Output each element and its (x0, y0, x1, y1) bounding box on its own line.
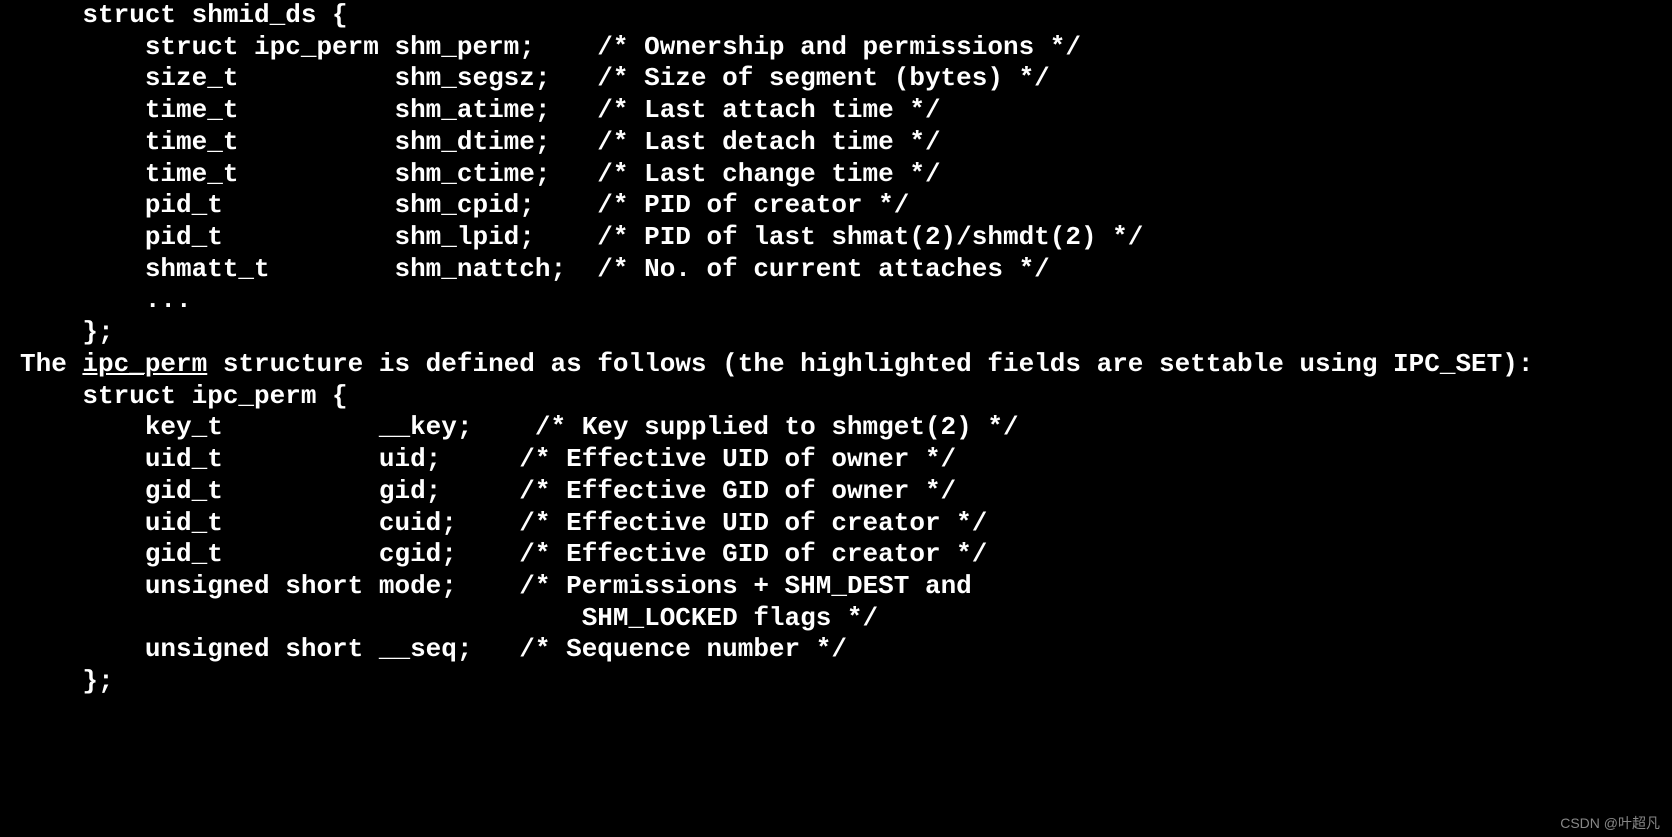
struct-line-post2: + SHM_DEST and (738, 571, 972, 601)
struct-line: key_t __key; /* Key supplied to shmget(2… (20, 412, 1019, 442)
uid-field: uid (379, 444, 426, 474)
desc-middle: structure is defined as follows (the hig… (207, 349, 1393, 379)
struct-line: pid_t shm_cpid; /* PID of creator */ (20, 190, 909, 220)
struct-line: time_t shm_atime; /* Last attach time */ (20, 95, 941, 125)
struct-line-pre: unsigned short (20, 571, 379, 601)
struct-ipc-perm: struct ipc_perm { key_t __key; /* Key su… (20, 381, 1672, 698)
ipc-set-constant: IPC_SET (1393, 349, 1502, 379)
permissions-text: Permissions (566, 571, 738, 601)
manpage-content: struct shmid_ds { struct ipc_perm shm_pe… (0, 0, 1672, 698)
struct-line: pid_t shm_lpid; /* PID of last shmat(2)/… (20, 222, 1143, 252)
struct-line: ... (20, 285, 192, 315)
description-text: The ipc_perm structure is defined as fol… (20, 349, 1672, 381)
desc-suffix: ): (1502, 349, 1533, 379)
struct-footer: }; (20, 666, 114, 696)
struct-header: struct shmid_ds { (20, 0, 348, 30)
struct-line: gid_t cgid; /* Effective GID of creator … (20, 539, 987, 569)
struct-line: SHM_LOCKED flags */ (20, 603, 878, 633)
struct-line: size_t shm_segsz; /* Size of segment (by… (20, 63, 1050, 93)
struct-line-pre: uid_t (20, 444, 379, 474)
struct-line: unsigned short __seq; /* Sequence number… (20, 634, 847, 664)
ipc-perm-link: ipc_perm (82, 349, 207, 379)
struct-line: uid_t cuid; /* Effective UID of creator … (20, 508, 987, 538)
struct-line: struct ipc_perm shm_perm; /* Ownership a… (20, 32, 1081, 62)
desc-prefix: The (20, 349, 82, 379)
gid-field: gid (379, 476, 426, 506)
struct-shmid-ds: struct shmid_ds { struct ipc_perm shm_pe… (20, 0, 1672, 349)
struct-line: time_t shm_dtime; /* Last detach time */ (20, 127, 941, 157)
mode-field: mode (379, 571, 441, 601)
struct-line-post: ; /* Effective UID of owner */ (426, 444, 957, 474)
struct-footer: }; (20, 317, 114, 347)
struct-line: time_t shm_ctime; /* Last change time */ (20, 159, 941, 189)
struct-line-post: ; /* Effective GID of owner */ (426, 476, 957, 506)
struct-header: struct ipc_perm { (20, 381, 348, 411)
struct-line-pre: gid_t (20, 476, 379, 506)
struct-line: shmatt_t shm_nattch; /* No. of current a… (20, 254, 1050, 284)
watermark: CSDN @叶超凡 (1560, 815, 1660, 832)
struct-line-post: ; /* (441, 571, 566, 601)
